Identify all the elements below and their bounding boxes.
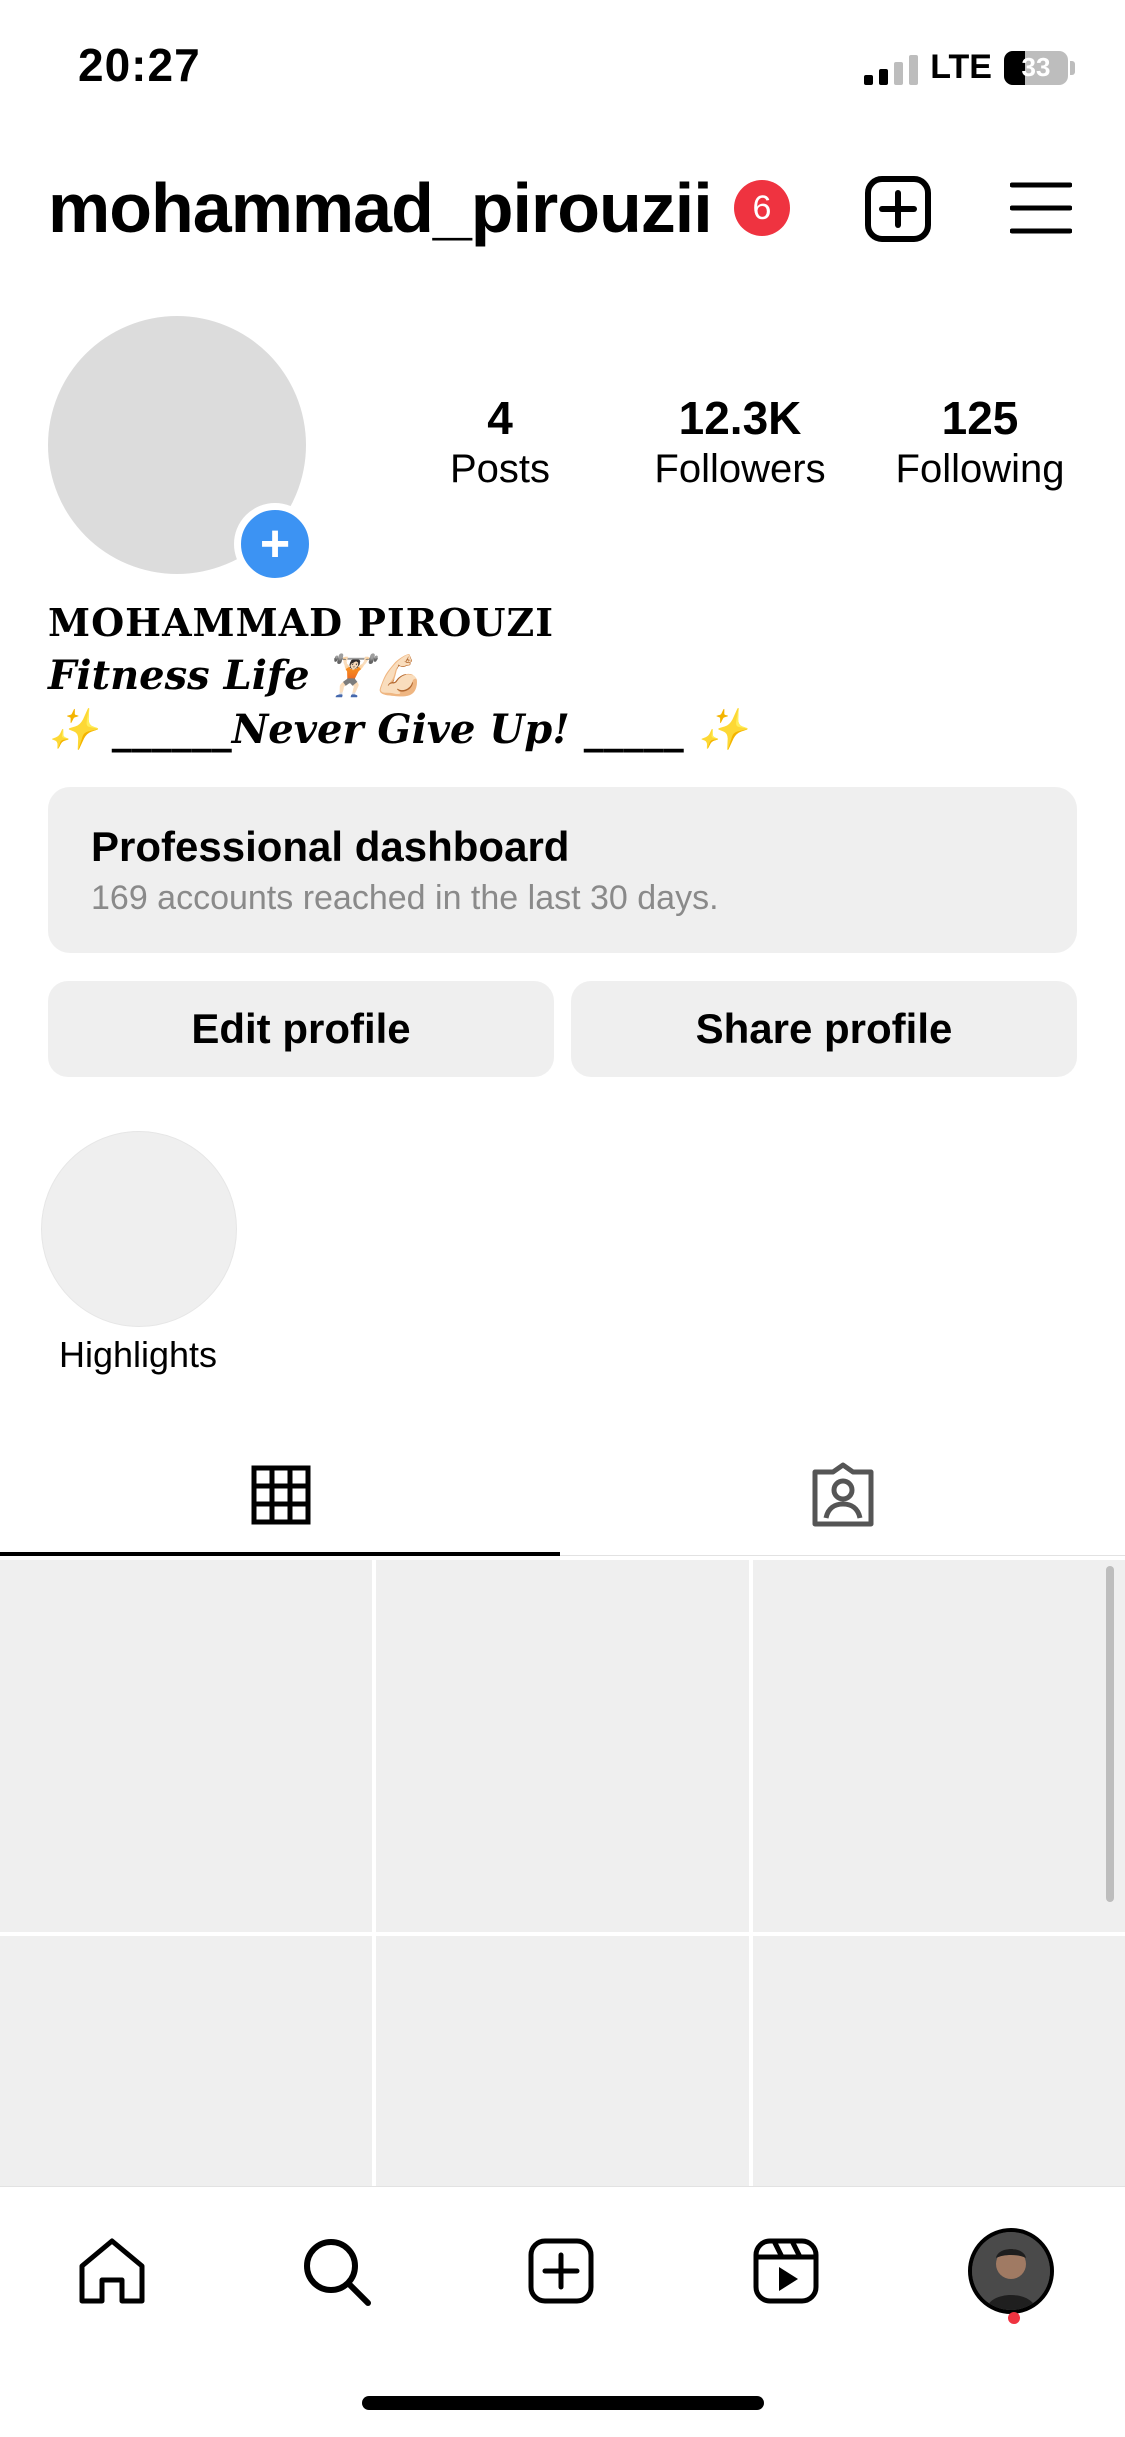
search-icon <box>304 2239 371 2306</box>
status-indicators: LTE 33 <box>864 48 1075 87</box>
tab-posts-grid[interactable] <box>0 1435 562 1555</box>
dashboard-title: Professional dashboard <box>91 823 570 870</box>
bio-line-2: ✨ ______Never Give Up! _____ ✨ <box>48 706 748 753</box>
posts-stat[interactable]: 4 Posts <box>390 392 610 493</box>
post-thumbnail[interactable] <box>376 1560 749 1932</box>
professional-dashboard[interactable]: Professional dashboard 169 accounts reac… <box>48 787 1077 953</box>
plus-square-icon <box>865 176 931 242</box>
new-highlight-circle[interactable] <box>41 1131 237 1327</box>
post-thumbnail[interactable] <box>0 1560 372 1932</box>
new-post-button[interactable] <box>864 175 932 248</box>
add-story-button[interactable]: + <box>234 503 316 585</box>
scrollbar[interactable] <box>1106 1566 1114 1902</box>
notification-badge[interactable]: 6 <box>734 180 790 236</box>
battery-percent: 33 <box>1021 52 1051 82</box>
following-label: Following <box>895 446 1065 491</box>
signal-icon <box>864 51 919 85</box>
home-icon <box>79 2238 145 2304</box>
hamburger-menu-icon <box>1009 182 1073 234</box>
nav-create[interactable] <box>506 2216 616 2326</box>
posts-label: Posts <box>449 446 551 491</box>
nav-search[interactable] <box>281 2216 391 2326</box>
followers-stat[interactable]: 12.3K Followers <box>630 392 850 493</box>
network-label: LTE <box>930 48 992 86</box>
posts-count: 4 <box>487 392 513 444</box>
tab-tagged[interactable] <box>562 1435 1124 1555</box>
post-thumbnail[interactable] <box>376 1936 749 2186</box>
edit-profile-button[interactable]: Edit profile <box>48 981 554 1077</box>
highlights-label: Highlights <box>58 1334 218 1375</box>
following-count: 125 <box>941 392 1019 444</box>
reels-icon <box>753 2238 819 2304</box>
nav-home[interactable] <box>57 2216 167 2326</box>
home-indicator[interactable] <box>362 2396 764 2410</box>
menu-button[interactable] <box>1009 180 1073 241</box>
bio-line-1: Fitness Life 🏋🏻💪🏻 <box>48 652 424 699</box>
activity-dot <box>1008 2312 1020 2324</box>
followers-count: 12.3K <box>678 392 802 444</box>
battery-icon: 33 <box>1004 50 1068 85</box>
tagged-person-icon <box>812 1462 874 1527</box>
post-thumbnail[interactable] <box>753 1560 1125 1932</box>
active-tab-indicator <box>0 1552 560 1556</box>
dashboard-subtitle: 169 accounts reached in the last 30 days… <box>91 879 719 917</box>
full-name: MOHAMMAD PIROUZI <box>48 600 555 645</box>
nav-profile[interactable] <box>956 2216 1066 2326</box>
status-time: 20:27 <box>78 39 201 91</box>
followers-label: Followers <box>654 446 826 491</box>
post-thumbnail[interactable] <box>0 1936 372 2186</box>
profile-avatar-thumb <box>968 2228 1054 2314</box>
share-profile-button[interactable]: Share profile <box>571 981 1077 1077</box>
post-thumbnail[interactable] <box>753 1936 1125 2186</box>
nav-reels[interactable] <box>731 2216 841 2326</box>
grid-icon <box>251 1465 311 1525</box>
username-title[interactable]: mohammad_pirouzii <box>48 168 713 248</box>
create-icon <box>528 2238 594 2304</box>
following-stat[interactable]: 125 Following <box>870 392 1090 493</box>
plus-icon: + <box>259 515 291 573</box>
